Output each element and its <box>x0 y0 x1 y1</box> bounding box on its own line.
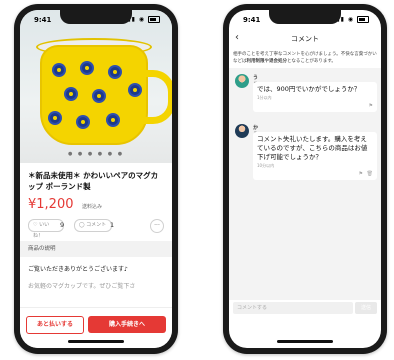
mug-handle <box>142 70 172 124</box>
comment-text: コメント失礼いたします。購入を考えているのですが、こちらの商品はお値下げ可能でし… <box>257 135 368 161</box>
product-image[interactable]: 9:41 ▮▮▮ ◉ ● ● ● ● ● ● <box>20 10 172 163</box>
flower-pattern <box>54 65 64 75</box>
status-time: 9:41 <box>34 16 52 24</box>
comment-text: では、900円でいかがでしょうか？ <box>257 85 361 93</box>
mug-body <box>40 45 148 145</box>
like-count: 9 <box>60 221 65 229</box>
avatar[interactable] <box>235 124 249 138</box>
product-description-more: お気軽のマグカップです。ぜひご覧下さ <box>28 283 136 290</box>
battery-icon <box>357 16 369 23</box>
flower-pattern <box>82 63 92 73</box>
home-indicator <box>68 340 124 343</box>
avatar[interactable] <box>235 74 249 88</box>
carousel-dots[interactable]: ● ● ● ● ● ● <box>68 151 124 157</box>
product-detail-screen: 9:41 ▮▮▮ ◉ ● ● ● ● ● ● ＊新品未使用＊ かわいいペアのマグ… <box>20 10 172 348</box>
product-price: ¥1,200 <box>28 197 74 212</box>
flower-pattern <box>50 113 60 123</box>
notch <box>60 10 132 24</box>
purchase-button[interactable]: 購入手続きへ <box>88 316 166 333</box>
flower-pattern <box>94 91 104 101</box>
comment-time: 1分以内 <box>257 95 272 100</box>
product-description: ご覧いただきありがとうございます♪ <box>28 266 128 273</box>
notice-emphasis: 利用制限や退会処分 <box>246 59 288 64</box>
action-row: ♡ いいね！ 9 ◯ コメント 1 ··· <box>28 219 164 239</box>
comment-bubble: では、900円でいかがでしょうか？ 1分以内 ⚑ <box>253 82 377 112</box>
phone-right: 9:41 ▮▮▮ ◉ ‹ コメント 相手のことを考え丁寧なコメントを心がけましょ… <box>223 4 387 354</box>
notice-text-end: となることがあります。 <box>287 59 336 64</box>
comment-count: 1 <box>110 221 115 229</box>
comment-button[interactable]: ◯ コメント <box>74 219 112 232</box>
notch <box>269 10 341 24</box>
flag-icon[interactable]: ⚑ <box>369 103 373 109</box>
comment-input[interactable] <box>233 302 353 314</box>
section-label-description: 商品の説明 <box>20 241 172 257</box>
flower-pattern <box>108 115 118 125</box>
trash-icon[interactable]: 🗑 <box>367 171 373 177</box>
comment-bubble: コメント失礼いたします。購入を考えているのですが、こちらの商品はお値下げ可能でし… <box>253 132 377 180</box>
flower-pattern <box>130 85 140 95</box>
comments-screen: 9:41 ▮▮▮ ◉ ‹ コメント 相手のことを考え丁寧なコメントを心がけましょ… <box>229 10 381 348</box>
battery-icon <box>148 16 160 23</box>
shipping-note: 送料込み <box>82 204 103 210</box>
comment-thread: うるやま では、900円でいかがでしょうか？ 1分以内 ⚑ かうわか コメント失… <box>229 68 381 300</box>
send-button[interactable]: 送信 <box>355 302 377 314</box>
pay-later-button[interactable]: あと払いする <box>26 316 84 334</box>
flower-pattern <box>78 117 88 127</box>
phone-left: 9:41 ▮▮▮ ◉ ● ● ● ● ● ● ＊新品未使用＊ かわいいペアのマグ… <box>14 4 178 354</box>
home-indicator <box>277 340 333 343</box>
nav-bar: ‹ コメント <box>229 32 381 48</box>
purchase-bar: あと払いする 購入手続きへ <box>20 307 172 348</box>
page-title: コメント <box>291 35 319 43</box>
comment-input-bar: 送信 <box>229 300 381 318</box>
comment-guidelines: 相手のことを考え丁寧なコメントを心がけましょう。不快な言葉づかいなどは利用制限や… <box>233 51 377 65</box>
flower-pattern <box>66 89 76 99</box>
flag-icon[interactable]: ⚑ <box>359 171 363 177</box>
like-button[interactable]: ♡ いいね！ <box>28 219 64 239</box>
flower-pattern <box>110 67 120 77</box>
more-options-button[interactable]: ··· <box>150 219 164 233</box>
product-title: ＊新品未使用＊ かわいいペアのマグカップ ポーランド製 <box>28 171 159 191</box>
status-time: 9:41 <box>243 16 261 24</box>
